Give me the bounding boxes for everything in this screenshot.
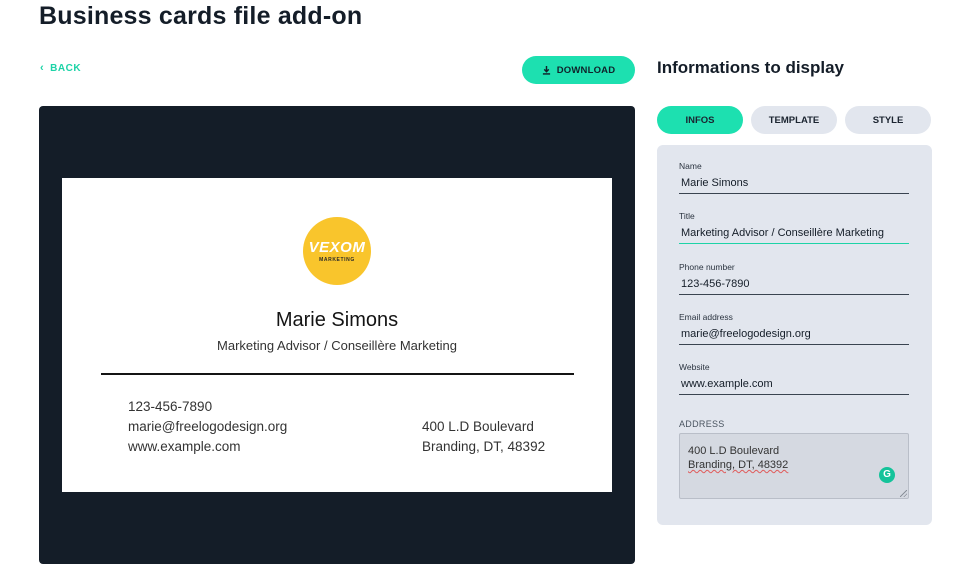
card-address-line1: 400 L.D Boulevard	[422, 419, 534, 434]
company-logo: VEXOM MARKETING	[303, 217, 371, 285]
website-field-group: Website	[679, 362, 909, 395]
download-button[interactable]: DOWNLOAD	[522, 56, 635, 84]
title-field-group: Title	[679, 211, 909, 244]
download-icon	[542, 65, 550, 75]
tab-infos[interactable]: INFOS	[657, 106, 743, 134]
card-email: marie@freelogodesign.org	[128, 419, 288, 434]
card-phone: 123-456-7890	[128, 399, 213, 414]
page-title: Business cards file add-on	[39, 2, 363, 30]
email-input[interactable]	[679, 324, 909, 345]
card-title: Marketing Advisor / Conseillère Marketin…	[217, 338, 457, 353]
back-label: BACK	[50, 63, 82, 74]
sidebar-heading: Informations to display	[657, 58, 845, 77]
chevron-left-icon: ‹	[40, 62, 45, 74]
tab-bar: INFOS TEMPLATE STYLE	[657, 106, 931, 134]
grammarly-icon[interactable]: G	[879, 467, 895, 483]
business-card: VEXOM MARKETING Marie Simons Marketing A…	[62, 178, 612, 492]
name-label: Name	[679, 161, 702, 171]
name-input[interactable]	[679, 173, 909, 194]
address-textarea[interactable]: 400 L.D Boulevard Branding, DT, 48392 G	[679, 433, 909, 499]
back-link[interactable]: ‹ BACK	[40, 62, 82, 75]
tab-style[interactable]: STYLE	[845, 106, 931, 134]
name-field-group: Name	[679, 161, 909, 194]
card-preview-panel: VEXOM MARKETING Marie Simons Marketing A…	[39, 106, 635, 564]
title-input[interactable]	[679, 223, 909, 244]
email-field-group: Email address	[679, 312, 909, 345]
website-input[interactable]	[679, 374, 909, 395]
address-label: ADDRESS	[679, 419, 725, 429]
card-contact-block: 123-456-7890 marie@freelogodesign.org ww…	[128, 397, 287, 457]
address-line1: 400 L.D Boulevard	[688, 445, 780, 457]
card-website: www.example.com	[128, 439, 241, 454]
card-address-line2: Branding, DT, 48392	[422, 439, 546, 454]
card-address-block: 400 L.D Boulevard Branding, DT, 48392	[422, 417, 545, 457]
phone-input[interactable]	[679, 274, 909, 295]
address-line2: Branding, DT, 48392	[688, 459, 789, 471]
logo-subtext: MARKETING	[319, 256, 355, 263]
info-form: Name Title Phone number Email address We…	[657, 145, 932, 525]
website-label: Website	[679, 362, 710, 372]
card-divider	[101, 373, 574, 375]
phone-label: Phone number	[679, 262, 735, 272]
phone-field-group: Phone number	[679, 262, 909, 295]
email-label: Email address	[679, 312, 733, 322]
title-label: Title	[679, 211, 695, 221]
card-name: Marie Simons	[275, 309, 399, 331]
download-label: DOWNLOAD	[556, 64, 616, 76]
resize-handle[interactable]	[900, 490, 907, 497]
logo-text: VEXOM	[308, 238, 366, 256]
tab-template[interactable]: TEMPLATE	[751, 106, 837, 134]
